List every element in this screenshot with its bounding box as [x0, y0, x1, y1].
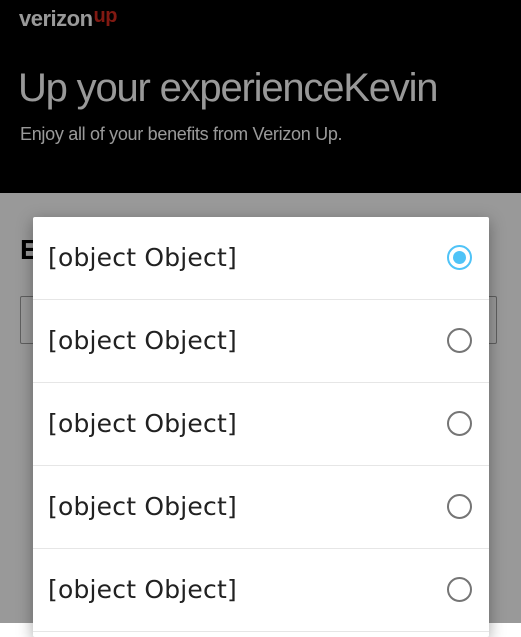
radio-unselected-icon[interactable] [447, 577, 472, 602]
dialog-option[interactable]: [object Object] [33, 466, 489, 549]
radio-unselected-icon[interactable] [447, 494, 472, 519]
option-label: [object Object] [48, 575, 237, 604]
radio-dot [453, 251, 466, 264]
option-label: [object Object] [48, 243, 237, 272]
dialog-option[interactable]: [object Object] [33, 383, 489, 466]
option-label: [object Object] [48, 492, 237, 521]
dialog-option[interactable]: [object Object] [33, 300, 489, 383]
option-label: [object Object] [48, 409, 237, 438]
selection-dialog: [object Object] [object Object] [object … [33, 217, 489, 637]
dialog-option[interactable]: [object Object] [33, 549, 489, 632]
dialog-option[interactable]: [object Object] [33, 217, 489, 300]
option-label: [object Object] [48, 326, 237, 355]
radio-unselected-icon[interactable] [447, 328, 472, 353]
radio-selected-icon[interactable] [447, 245, 472, 270]
radio-unselected-icon[interactable] [447, 411, 472, 436]
